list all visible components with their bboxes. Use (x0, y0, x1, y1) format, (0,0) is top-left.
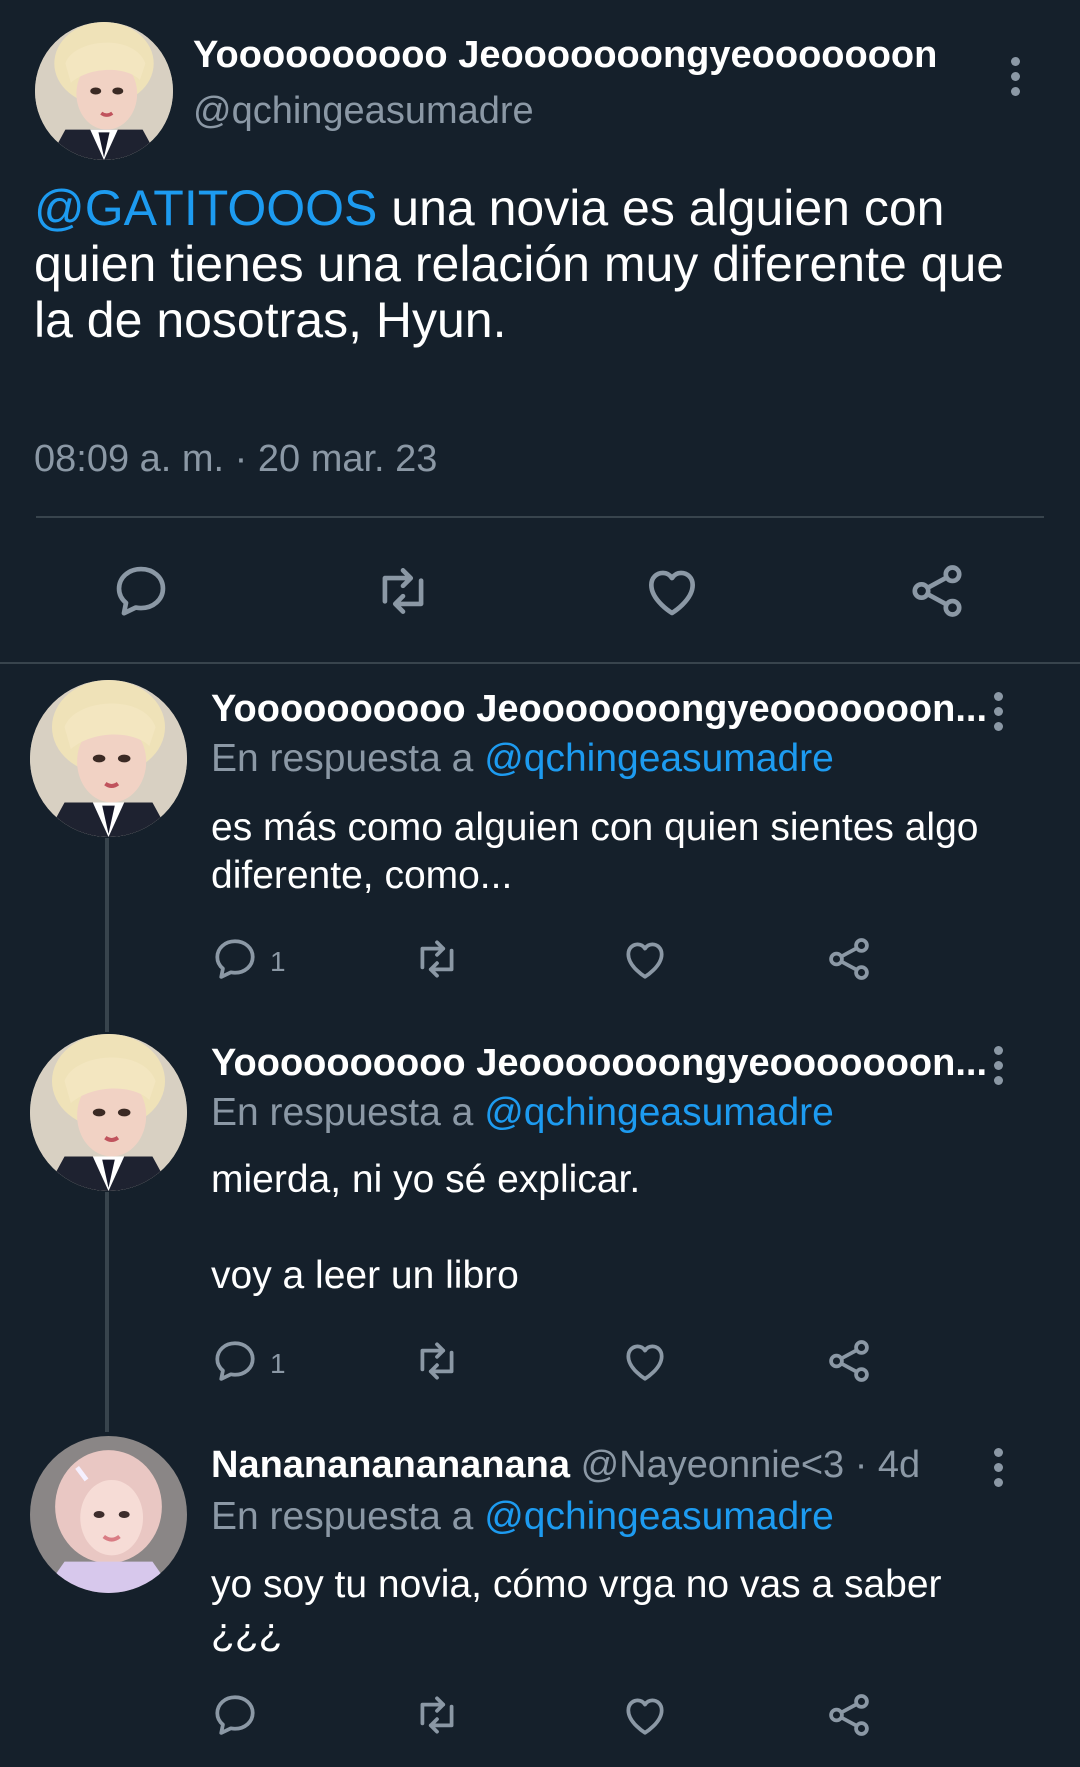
reply-prefix: En respuesta a (211, 1495, 474, 1538)
mention-link[interactable]: @GATITOOOS (34, 180, 377, 236)
retweet-icon[interactable] (372, 560, 434, 622)
reply-text: yo soy tu novia, cómo vrga no vas a sabe… (211, 1563, 942, 1654)
main-tweet-timestamp[interactable]: 08:09 a. m. · 20 mar. 23 (34, 438, 437, 481)
share-icon[interactable] (824, 1336, 874, 1386)
divider (36, 516, 1044, 518)
main-tweet-text: @GATITOOOS una novia es alguien con quie… (34, 180, 1024, 348)
reply-avatar[interactable] (30, 1034, 187, 1191)
share-icon[interactable] (824, 1690, 874, 1740)
reply-to-link[interactable]: @qchingeasumadre (484, 1495, 834, 1538)
thread-line (105, 1192, 109, 1432)
like-icon[interactable] (641, 560, 703, 622)
reply-header: Nananananananana @Nayeonnie<3 · 4d (211, 1444, 920, 1487)
reply-prefix: En respuesta a (211, 1091, 474, 1134)
reply-icon[interactable] (110, 560, 172, 622)
like-icon[interactable] (620, 1690, 670, 1740)
divider (0, 662, 1080, 664)
reply-display-name[interactable]: Yoooooooooo Jeooooooongyeooooooon... (211, 688, 987, 731)
more-icon[interactable] (994, 1448, 1003, 1493)
reply-count: 1 (270, 1348, 286, 1379)
like-icon[interactable] (620, 1336, 670, 1386)
more-icon[interactable] (994, 692, 1003, 737)
reply-display-name[interactable]: Nananananananana (211, 1444, 570, 1486)
reply-handle[interactable]: @Nayeonnie<3 · 4d (581, 1444, 921, 1486)
reply-icon[interactable] (210, 934, 260, 984)
like-icon[interactable] (620, 934, 670, 984)
main-tweet-handle[interactable]: @qchingeasumadre (193, 90, 534, 133)
reply-text: es más como alguien con quien sientes al… (211, 806, 979, 897)
reply-text-line2: voy a leer un libro (211, 1254, 519, 1297)
reply-context: En respuesta a @qchingeasumadre (211, 1091, 834, 1135)
reply-count: 1 (270, 946, 286, 977)
reply-prefix: En respuesta a (211, 737, 474, 780)
thread-line (105, 838, 109, 1032)
retweet-icon[interactable] (412, 934, 462, 984)
reply-text-line1: mierda, ni yo sé explicar. (211, 1158, 641, 1201)
reply-icon[interactable] (210, 1336, 260, 1386)
more-icon[interactable] (1011, 57, 1020, 102)
reply-to-link[interactable]: @qchingeasumadre (484, 737, 834, 780)
reply-avatar[interactable] (30, 1436, 187, 1593)
reply-display-name[interactable]: Yoooooooooo Jeooooooongyeooooooon... (211, 1042, 987, 1085)
share-icon[interactable] (906, 560, 968, 622)
main-tweet-avatar[interactable] (35, 22, 173, 160)
share-icon[interactable] (824, 934, 874, 984)
reply-to-link[interactable]: @qchingeasumadre (484, 1091, 834, 1134)
retweet-icon[interactable] (412, 1690, 462, 1740)
reply-context: En respuesta a @qchingeasumadre (211, 737, 834, 781)
reply-icon[interactable] (210, 1690, 260, 1740)
more-icon[interactable] (994, 1046, 1003, 1091)
main-tweet-display-name[interactable]: Yoooooooooo Jeooooooongyeooooooon (193, 34, 937, 77)
reply-context: En respuesta a @qchingeasumadre (211, 1495, 834, 1539)
retweet-icon[interactable] (412, 1336, 462, 1386)
reply-avatar[interactable] (30, 680, 187, 837)
